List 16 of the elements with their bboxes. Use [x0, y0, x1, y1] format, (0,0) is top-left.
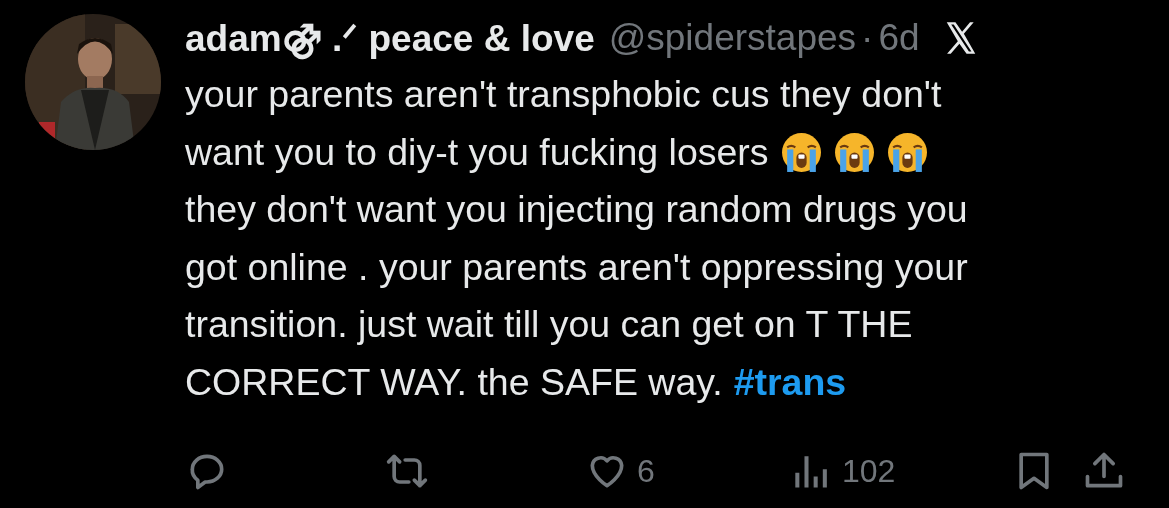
action-count: 6 [637, 452, 655, 490]
post-time: 6d [878, 17, 920, 59]
author-handle[interactable]: @spiderstapes [608, 17, 857, 59]
post-text: got online . your parents aren't oppressing your [185, 245, 968, 289]
separator-dot: · [861, 17, 874, 59]
hashtag-link[interactable]: #trans [733, 360, 847, 404]
crying-face-icon [833, 131, 875, 173]
author-name[interactable]: adam⚣ .ᐟ peace & love [185, 16, 595, 60]
post-text: they don't want you injecting random drugs you [185, 188, 968, 232]
post-text: CORRECT WAY. the SAFE way. [185, 360, 723, 404]
action-count: 102 [842, 452, 896, 490]
crying-face-icon [780, 131, 822, 173]
post-text: transition. just wait till you can get on T THE [185, 303, 913, 347]
post-text: your parents aren't transphobic cus they don't [185, 73, 942, 117]
post-text: want you to diy-t you fucking losers [185, 130, 769, 174]
crying-face-icon [886, 131, 928, 173]
